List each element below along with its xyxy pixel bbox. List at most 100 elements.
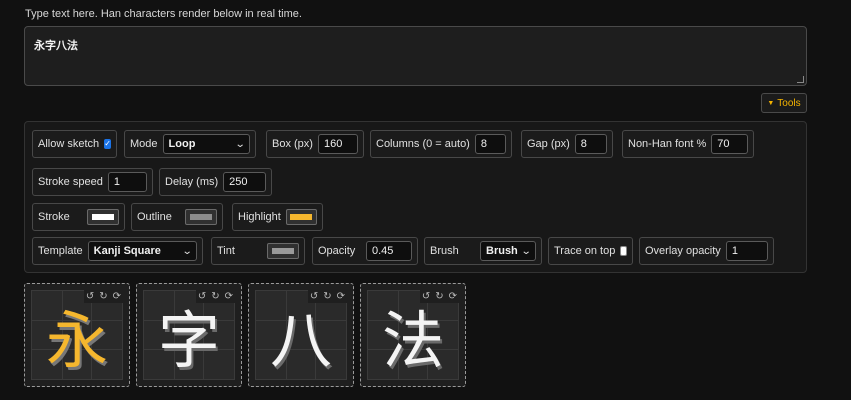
gap-input[interactable]: 8 <box>574 134 607 154</box>
nonhan-font-control: Non-Han font % 70 <box>622 130 754 158</box>
redo-icon[interactable]: ↻ <box>323 291 331 302</box>
outline-color-label: Outline <box>137 211 172 223</box>
columns-input[interactable]: 8 <box>474 134 506 154</box>
stroke-color-fill <box>92 214 114 220</box>
tint-color-swatch[interactable] <box>267 243 299 259</box>
stroke-speed-input[interactable]: 1 <box>107 172 147 192</box>
highlight-color-control: Highlight <box>232 203 323 231</box>
allow-sketch-label: Allow sketch <box>38 138 100 150</box>
gap-label: Gap (px) <box>527 138 570 150</box>
tint-color-fill <box>272 248 294 254</box>
nonhan-font-value: 70 <box>717 138 730 150</box>
tile-toolbar: ↺ ↻ ⟳ <box>419 290 459 303</box>
chevron-down-icon: ⌄ <box>234 138 246 150</box>
resize-handle[interactable] <box>797 76 804 83</box>
outline-color-control: Outline <box>131 203 223 231</box>
chevron-down-icon: ⌄ <box>520 245 532 257</box>
trace-on-top-control[interactable]: Trace on top <box>548 237 633 265</box>
stroke-color-label: Stroke <box>38 211 70 223</box>
highlight-color-label: Highlight <box>238 211 281 223</box>
delay-input[interactable]: 250 <box>223 172 266 192</box>
character-glyph: 法 <box>381 304 444 377</box>
outline-color-fill <box>190 214 212 220</box>
tint-control: Tint <box>211 237 305 265</box>
brush-select-value: Brush <box>486 245 518 257</box>
highlight-color-fill <box>290 214 313 220</box>
brush-control: Brush Brush ⌄ <box>424 237 542 265</box>
redo-icon[interactable]: ↻ <box>435 291 443 302</box>
template-select-value: Kanji Square <box>93 245 161 257</box>
stroke-speed-label: Stroke speed <box>38 176 103 188</box>
overlay-opacity-control: Overlay opacity 1 <box>639 237 774 265</box>
undo-icon[interactable]: ↺ <box>198 291 206 302</box>
redo-icon[interactable]: ↻ <box>99 291 107 302</box>
input-hint: Type text here. Han characters render be… <box>25 8 302 20</box>
mode-select-value: Loop <box>168 138 196 150</box>
stroke-speed-control: Stroke speed 1 <box>32 168 153 196</box>
text-input[interactable]: 永字八法 <box>24 26 807 86</box>
columns-label: Columns (0 = auto) <box>376 138 470 150</box>
tile-toolbar: ↺ ↻ ⟳ <box>195 290 235 303</box>
overlay-opacity-value: 1 <box>731 245 738 257</box>
overlay-opacity-input[interactable]: 1 <box>725 241 768 261</box>
tools-label: Tools <box>777 97 801 109</box>
trace-on-top-checkbox[interactable] <box>620 246 627 256</box>
outline-color-swatch[interactable] <box>185 209 217 225</box>
columns-value: 8 <box>480 138 487 150</box>
undo-icon[interactable]: ↺ <box>86 291 94 302</box>
character-tile[interactable]: 八 ↺ ↻ ⟳ <box>248 283 354 387</box>
brush-select[interactable]: Brush ⌄ <box>480 241 536 261</box>
mode-select[interactable]: Loop ⌄ <box>162 134 250 154</box>
mode-control: Mode Loop ⌄ <box>124 130 256 158</box>
mode-label: Mode <box>130 138 158 150</box>
settings-panel: Allow sketch ✓ Mode Loop ⌄ Box (px) 160 … <box>24 121 807 273</box>
character-tile[interactable]: 永 ↺ ↻ ⟳ <box>24 283 130 387</box>
box-control: Box (px) 160 <box>266 130 364 158</box>
nonhan-font-input[interactable]: 70 <box>711 134 748 154</box>
gap-control: Gap (px) 8 <box>521 130 613 158</box>
delay-value: 250 <box>229 176 248 188</box>
brush-label: Brush <box>430 245 459 257</box>
replay-icon[interactable]: ⟳ <box>225 291 233 302</box>
tile-toolbar: ↺ ↻ ⟳ <box>307 290 347 303</box>
gap-value: 8 <box>580 138 587 150</box>
columns-control: Columns (0 = auto) 8 <box>370 130 512 158</box>
caret-down-icon: ▼ <box>767 99 775 107</box>
stroke-color-control: Stroke <box>32 203 125 231</box>
text-input-value: 永字八法 <box>34 40 78 52</box>
box-input[interactable]: 160 <box>317 134 358 154</box>
tile-toolbar: ↺ ↻ ⟳ <box>83 290 123 303</box>
overlay-opacity-label: Overlay opacity <box>645 245 721 257</box>
trace-on-top-label: Trace on top <box>554 245 616 257</box>
delay-control: Delay (ms) 250 <box>159 168 272 196</box>
tools-button[interactable]: ▼ Tools <box>761 93 807 113</box>
character-glyph: 八 <box>269 304 332 377</box>
undo-icon[interactable]: ↺ <box>310 291 318 302</box>
opacity-value: 0.45 <box>372 245 394 257</box>
redo-icon[interactable]: ↻ <box>211 291 219 302</box>
allow-sketch-checkbox[interactable]: ✓ <box>104 139 111 149</box>
character-tile[interactable]: 字 ↺ ↻ ⟳ <box>136 283 242 387</box>
template-select[interactable]: Kanji Square ⌄ <box>87 241 197 261</box>
replay-icon[interactable]: ⟳ <box>449 291 457 302</box>
chevron-down-icon: ⌄ <box>181 245 193 257</box>
template-control: Template Kanji Square ⌄ <box>32 237 203 265</box>
box-value: 160 <box>323 138 343 150</box>
tint-label: Tint <box>217 245 235 257</box>
stroke-color-swatch[interactable] <box>87 209 119 225</box>
nonhan-font-label: Non-Han font % <box>628 138 707 150</box>
opacity-control: Opacity 0.45 <box>312 237 418 265</box>
undo-icon[interactable]: ↺ <box>422 291 430 302</box>
template-label: Template <box>38 245 83 257</box>
character-tile[interactable]: 法 ↺ ↻ ⟳ <box>360 283 466 387</box>
allow-sketch-control[interactable]: Allow sketch ✓ <box>32 130 117 158</box>
replay-icon[interactable]: ⟳ <box>113 291 121 302</box>
opacity-label: Opacity <box>318 245 356 257</box>
box-label: Box (px) <box>272 138 313 150</box>
opacity-input[interactable]: 0.45 <box>366 241 412 261</box>
highlight-color-swatch[interactable] <box>285 209 317 225</box>
replay-icon[interactable]: ⟳ <box>337 291 345 302</box>
character-glyph: 字 <box>157 304 220 377</box>
stroke-speed-value: 1 <box>113 176 120 188</box>
character-glyph: 永 <box>45 304 108 377</box>
